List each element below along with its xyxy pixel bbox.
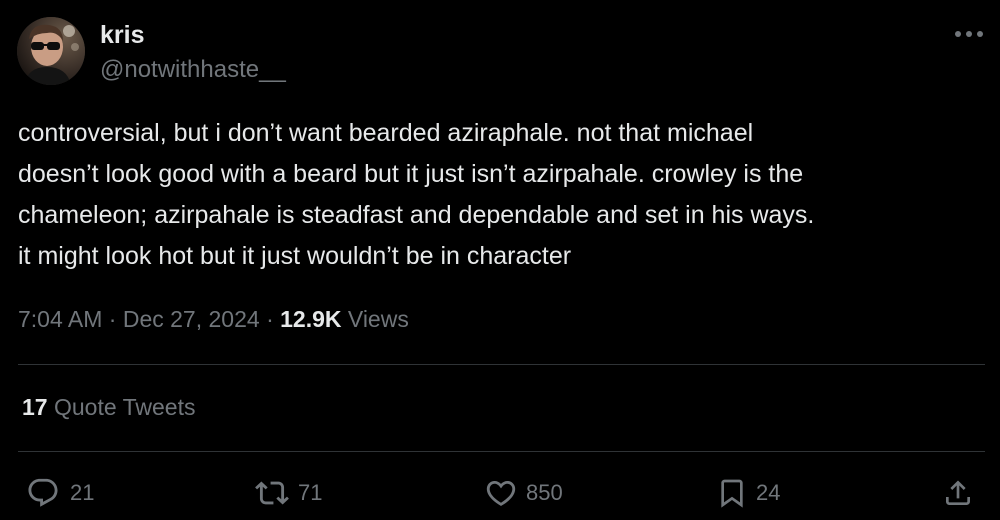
views-label: Views (347, 306, 409, 332)
heart-icon (484, 476, 518, 510)
divider (18, 451, 985, 452)
reply-button[interactable]: 21 (26, 474, 94, 512)
quote-tweets-link[interactable]: 17 Quote Tweets (22, 391, 195, 423)
reply-count: 21 (70, 480, 95, 505)
quote-tweets-count: 17 (22, 394, 48, 420)
repost-button[interactable]: 71 (252, 474, 322, 512)
like-button[interactable]: 850 (484, 474, 563, 512)
quote-tweets-label: Quote Tweets (53, 394, 196, 420)
like-count: 850 (526, 480, 563, 505)
share-button[interactable] (942, 474, 974, 512)
more-horizontal-icon[interactable] (952, 22, 986, 46)
avatar-image (17, 17, 85, 85)
repost-icon (252, 476, 292, 510)
divider (18, 364, 985, 365)
author-handle[interactable]: @notwithhaste__ (100, 55, 286, 85)
tweet-text: controversial, but i don’t want bearded … (18, 119, 815, 270)
views-count: 12.9K (280, 306, 342, 332)
avatar[interactable] (17, 17, 85, 85)
tweet-meta: 7:04 AM · Dec 27, 2024 · 12.9K Views (18, 303, 409, 335)
share-icon (942, 476, 974, 510)
reply-icon (26, 476, 60, 510)
tweet-date[interactable]: Dec 27, 2024 (123, 306, 260, 332)
meta-separator: · (266, 306, 274, 332)
repost-count: 71 (298, 480, 323, 505)
bookmark-count: 24 (756, 480, 781, 505)
bookmark-button[interactable]: 24 (716, 474, 780, 512)
bookmark-icon (716, 476, 748, 510)
tweet-time[interactable]: 7:04 AM (18, 306, 102, 332)
author-name[interactable]: kris (100, 20, 144, 50)
meta-separator: · (108, 306, 117, 332)
